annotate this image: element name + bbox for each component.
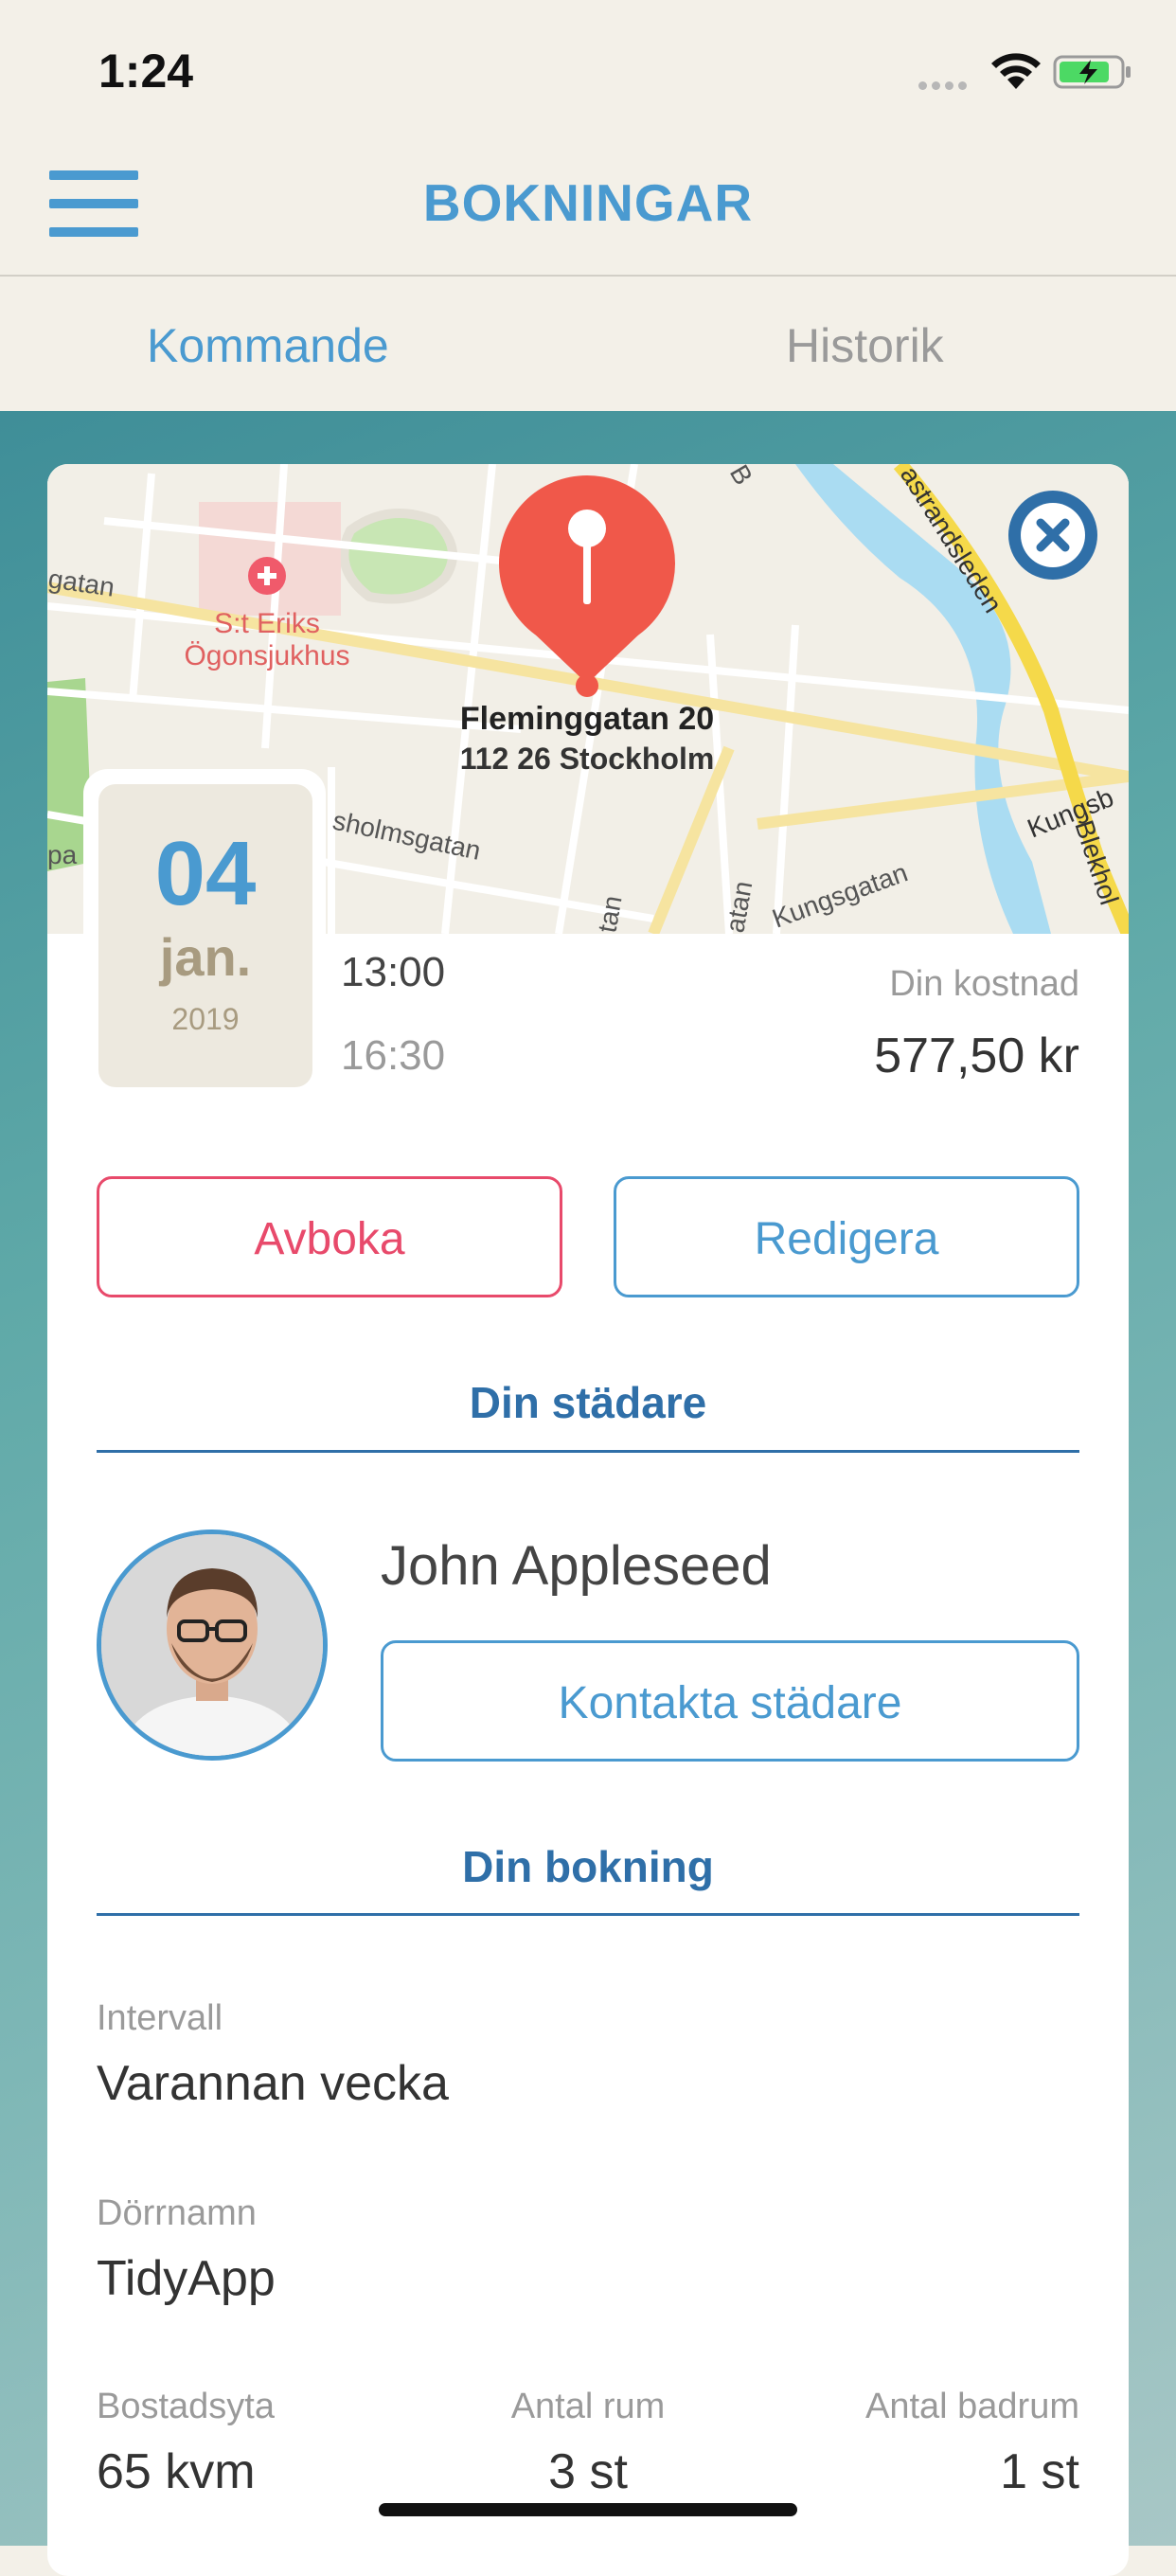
bathrooms-value: 1 st bbox=[1000, 2444, 1079, 2499]
status-time: 1:24 bbox=[98, 45, 194, 98]
page-title: BOKNINGAR bbox=[422, 173, 754, 232]
battery-icon bbox=[1053, 55, 1131, 89]
edit-booking-button[interactable]: Redigera bbox=[614, 1176, 1079, 1297]
interval-value: Varannan vecka bbox=[97, 2056, 449, 2111]
tab-bar: Kommande Historik bbox=[0, 277, 1176, 411]
interval-label: Intervall bbox=[97, 1998, 223, 2038]
wifi-icon bbox=[991, 53, 1041, 89]
close-icon[interactable] bbox=[1008, 491, 1097, 580]
poi-label-2: Ögonsjukhus bbox=[184, 640, 349, 671]
bathrooms-label: Antal badrum bbox=[864, 2387, 1079, 2426]
rooms-value: 3 st bbox=[548, 2444, 628, 2499]
start-time: 13:00 bbox=[341, 949, 446, 995]
avatar bbox=[97, 1530, 328, 1761]
pin-address-line1: Fleminggatan 20 bbox=[460, 701, 714, 737]
door-name-value: TidyApp bbox=[97, 2251, 276, 2306]
contact-cleaner-button[interactable]: Kontakta städare bbox=[381, 1640, 1079, 1762]
cost-value: 577,50 kr bbox=[874, 1029, 1079, 1083]
cost-label: Din kostnad bbox=[889, 964, 1079, 1004]
date-day: 04 bbox=[154, 823, 257, 924]
date-year: 2019 bbox=[171, 1002, 240, 1036]
end-time: 16:30 bbox=[341, 1032, 446, 1079]
date-badge: 04 jan. 2019 bbox=[83, 769, 326, 1102]
pin-address-line2: 112 26 Stockholm bbox=[460, 742, 715, 776]
tab-kommande[interactable]: Kommande bbox=[147, 318, 389, 373]
poi-label-1: S:t Eriks bbox=[214, 608, 320, 639]
door-name-label: Dörrnamn bbox=[97, 2193, 257, 2233]
section-title-cleaner: Din städare bbox=[469, 1378, 707, 1427]
rooms-label: Antal rum bbox=[510, 2387, 666, 2426]
signal-icon bbox=[918, 78, 975, 90]
divider bbox=[97, 1913, 1079, 1916]
street-label: pa bbox=[47, 840, 78, 869]
area-label: Bostadsyta bbox=[97, 2387, 275, 2426]
cleaner-name: John Appleseed bbox=[381, 1535, 772, 1597]
status-bar: 1:24 bbox=[0, 0, 1176, 142]
booking-card: S:t Eriks Ögonsjukhus gatan sholmsgatan … bbox=[47, 464, 1129, 2576]
area-value: 65 kvm bbox=[97, 2444, 256, 2499]
tab-historik[interactable]: Historik bbox=[786, 318, 944, 373]
divider bbox=[97, 1450, 1079, 1453]
section-title-booking: Din bokning bbox=[462, 1842, 714, 1891]
home-indicator[interactable] bbox=[379, 2503, 797, 2516]
street-label: tan bbox=[592, 893, 627, 934]
cancel-booking-button[interactable]: Avboka bbox=[97, 1176, 562, 1297]
date-month: jan. bbox=[159, 927, 252, 987]
